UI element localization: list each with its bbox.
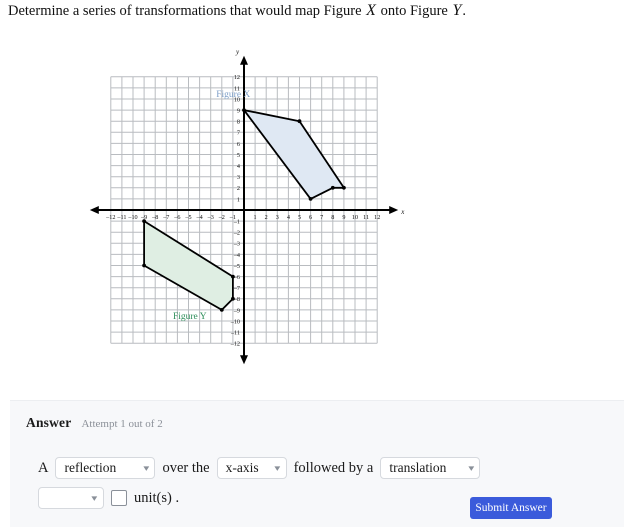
x-axis-tick-label: –6 <box>173 214 180 221</box>
figure-label-x: Figure X <box>216 90 250 100</box>
x-axis-tick-label: 12 <box>374 214 380 221</box>
x-axis-tick-label: –3 <box>207 214 214 221</box>
y-axis-tick-label: 2 <box>237 185 240 192</box>
reflection-axis-select[interactable]: x-axis ▾ <box>216 457 287 479</box>
prompt-text-part2: onto Figure <box>380 3 448 19</box>
transformation-type-select[interactable]: reflection ▾ <box>55 457 156 479</box>
prompt-text-part1: Determine a series of transformations th… <box>8 3 362 19</box>
x-axis-tick-label: –7 <box>162 214 169 221</box>
x-axis-tick-label: 6 <box>309 214 312 221</box>
reflection-axis-value: x-axis <box>225 460 259 475</box>
second-transformation-value: translation <box>389 460 447 475</box>
y-axis-tick-label: –5 <box>233 263 240 270</box>
figure-vertex-point <box>297 119 302 124</box>
literal-a: A <box>38 460 49 476</box>
x-axis-tick-label: 11 <box>363 214 369 221</box>
x-axis-tick-label: –12 <box>105 214 115 221</box>
y-axis-label: y <box>235 48 240 56</box>
y-axis-tick-label: –9 <box>233 307 240 314</box>
x-axis-label: x <box>400 208 405 216</box>
x-axis-tick-label: 3 <box>276 214 279 221</box>
x-axis-tick-label: 7 <box>320 214 323 221</box>
y-axis-tick-label: –3 <box>233 241 240 248</box>
second-transformation-select[interactable]: translation ▾ <box>380 457 481 479</box>
answer-title: Answer <box>26 415 72 430</box>
x-axis-tick-label: –11 <box>116 214 126 221</box>
prompt-figure-y-var: Y <box>452 2 462 19</box>
y-axis-tick-label: 4 <box>237 163 240 170</box>
figure-vertex-point <box>308 197 313 201</box>
x-axis-tick-label: 2 <box>265 214 268 221</box>
answer-header: Answer Attempt 1 out of 2 <box>26 415 163 431</box>
figure-vertex-point <box>231 274 235 279</box>
x-axis-tick-label: –2 <box>218 214 225 221</box>
chevron-down-icon: ▾ <box>91 492 98 503</box>
x-axis-tick-label: 9 <box>342 214 345 221</box>
submit-answer-button[interactable]: Submit Answer <box>470 497 552 519</box>
prompt-figure-x-var: X <box>366 2 376 19</box>
x-axis-tick-label: 8 <box>331 214 334 221</box>
literal-followed-by-a: followed by a <box>293 460 374 476</box>
answer-panel: Answer Attempt 1 out of 2 A reflection ▾… <box>10 400 624 527</box>
y-axis-tick-label: 5 <box>237 152 240 159</box>
y-axis-tick-label: –4 <box>233 252 240 259</box>
answer-line-1: A reflection ▾ over the x-axis ▾ followe… <box>38 457 608 479</box>
figure-vertex-point <box>142 263 147 268</box>
figure-vertex-point <box>142 219 147 224</box>
x-axis-arrow-right <box>389 206 399 214</box>
y-axis-tick-label: 8 <box>237 119 240 126</box>
x-axis-tick-label: 1 <box>254 214 257 221</box>
transformation-type-value: reflection <box>64 460 117 475</box>
y-axis-arrow-up <box>240 55 248 65</box>
y-axis-tick-label: –10 <box>230 318 240 325</box>
literal-over-the: over the <box>162 460 210 476</box>
figure-label-y: Figure Y <box>173 312 207 322</box>
x-axis-tick-label: –10 <box>127 214 137 221</box>
chevron-down-icon: ▾ <box>274 462 281 473</box>
attempt-counter: Attempt 1 out of 2 <box>81 418 163 430</box>
question-prompt: Determine a series of transformations th… <box>8 2 626 20</box>
translation-direction-select[interactable]: ▾ <box>38 487 104 509</box>
y-axis-tick-label: –11 <box>230 330 240 337</box>
x-axis-tick-label: –5 <box>184 214 191 221</box>
y-axis-tick-label: 9 <box>237 108 240 115</box>
x-axis-tick-label: 4 <box>287 214 290 221</box>
x-axis-tick-label: –4 <box>196 214 203 221</box>
y-axis-tick-label: 6 <box>237 141 240 148</box>
y-axis-tick-label: –12 <box>230 341 240 348</box>
chevron-down-icon: ▾ <box>468 462 475 473</box>
figure-vertex-point <box>231 296 235 301</box>
y-axis-tick-label: 1 <box>237 196 240 203</box>
units-input[interactable] <box>111 490 127 506</box>
chevron-down-icon: ▾ <box>143 462 150 473</box>
figure-vertex-point <box>342 185 346 190</box>
coordinate-graph: –12 –11 –10 –9 –8 –7 –6 –5 –4 –3 –2 –1 1 2 3 4 5 6 7 8 9 10 11… <box>0 46 460 366</box>
coordinate-plane-svg: –12 –11 –10 –9 –8 –7 –6 –5 –4 –3 –2 –1 1 2 3 4 5 6 7 8 9 10 11… <box>89 48 405 365</box>
figure-vertex-point <box>219 308 224 312</box>
x-axis-tick-label: 10 <box>352 214 358 221</box>
y-axis-tick-label: 3 <box>237 174 240 181</box>
y-axis-tick-label: 7 <box>237 130 240 137</box>
prompt-text-period: . <box>462 3 466 19</box>
y-axis-arrow-down <box>240 355 248 365</box>
y-axis-tick-label: –1 <box>233 219 240 226</box>
y-axis-tick-label: –7 <box>233 285 240 292</box>
y-axis-tick-label: –2 <box>233 230 240 237</box>
y-axis-tick-label: 12 <box>234 74 240 81</box>
literal-units: unit(s) . <box>134 490 180 506</box>
figure-vertex-point <box>330 185 335 190</box>
x-axis-tick-label: 5 <box>298 214 301 221</box>
figure-vertex-point <box>242 108 246 112</box>
x-axis-arrow-left <box>89 206 99 214</box>
x-axis-tick-label: –8 <box>151 214 158 221</box>
